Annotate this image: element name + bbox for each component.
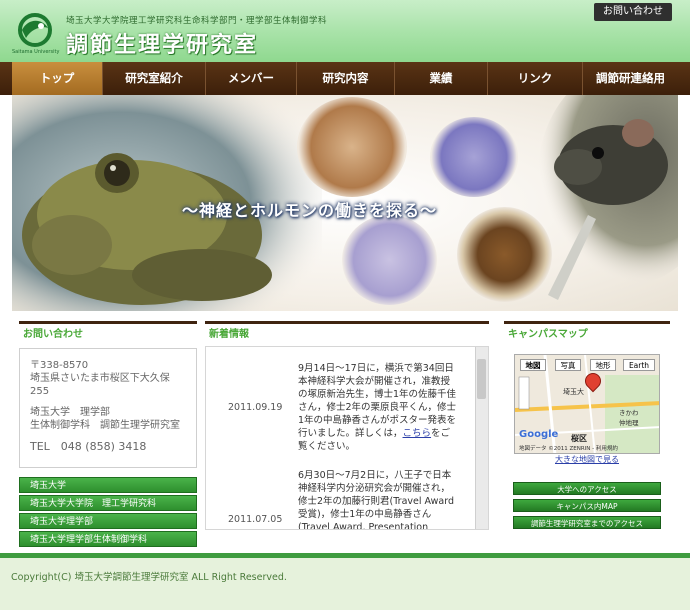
nav-item-top[interactable]: トップ <box>12 62 103 95</box>
map-google-logo: Google <box>519 429 559 440</box>
link-faculty-science[interactable]: 埼玉大学理学部 <box>19 513 197 529</box>
telephone: TEL 048 (858) 3418 <box>30 440 147 453</box>
rat-image <box>538 95 678 300</box>
nav-item-lab-intro[interactable]: 研究室紹介 <box>103 62 206 95</box>
org-line-1: 埼玉大学 理学部 <box>30 407 110 418</box>
map-label: 桜区 <box>571 434 587 443</box>
campus-map[interactable]: 地図 写真 地形 Earth 埼玉大 きかわ 仲地理 桜区 Google 地図デ… <box>514 354 660 454</box>
address-box: 〒338-8570 埼玉県さいたま市桜区下大久保 255 埼玉大学 理学部 生体… <box>19 348 197 468</box>
neuron-image <box>430 117 518 197</box>
nav-item-research[interactable]: 研究内容 <box>297 62 395 95</box>
nav-item-achievements[interactable]: 業績 <box>395 62 488 95</box>
campus-map-heading: キャンパスマップ <box>504 321 670 343</box>
hero-banner: ～神経とホルモンの働きを探る～ <box>12 95 678 311</box>
news-scroll-thumb[interactable] <box>477 359 486 399</box>
access-lab-button[interactable]: 調節生理学研究室までのアクセス <box>513 516 661 529</box>
hero-slogan: ～神経とホルモンの働きを探る～ <box>182 201 438 220</box>
map-label: きかわ <box>619 409 639 417</box>
address-line-1: 埼玉県さいたま市桜区下大久保 <box>30 373 170 384</box>
news-scrollbar[interactable] <box>475 347 488 529</box>
address-line-2: 255 <box>30 386 50 397</box>
nav-item-members[interactable]: メンバー <box>206 62 297 95</box>
map-tab-photo[interactable]: 写真 <box>555 359 581 371</box>
site-title[interactable]: 調節生理学研究室 <box>66 27 258 59</box>
news-text: 6月30日～7月2日に，八王子で日本神経科学内分泌研究会が開催され，修士2年の加… <box>298 470 454 530</box>
link-regulation-biology-dept[interactable]: 埼玉大学理学部生体制御学科 <box>19 531 197 547</box>
cell-image-2 <box>342 215 437 305</box>
site-footer: Copyright(C) 埼玉大学調節生理学研究室 ALL Right Rese… <box>0 558 690 610</box>
news-date: 2011.09.19 <box>228 402 283 413</box>
map-tab-map[interactable]: 地図 <box>520 359 546 371</box>
news-link[interactable]: こちら <box>403 428 432 439</box>
map-tab-earth[interactable]: Earth <box>623 359 655 371</box>
news-date: 2011.07.05 <box>228 514 283 525</box>
main-nav: トップ 研究室紹介 メンバー 研究内容 業績 リンク 調節研連絡用 <box>0 62 690 95</box>
department-line: 埼玉大学大学院理工学研究科生命科学部門・理学部生体制御学科 <box>66 16 328 26</box>
map-label: 仲地理 <box>619 419 639 427</box>
news-panel: 2011.09.19 9月14日～17日に，横浜で第34回日本神経科学大会が開催… <box>205 346 489 530</box>
access-university-button[interactable]: 大学へのアクセス <box>513 482 661 495</box>
site-header: Saitama University 埼玉大学大学院理工学研究科生命科学部門・理… <box>0 0 690 62</box>
link-saitama-university[interactable]: 埼玉大学 <box>19 477 197 493</box>
cell-image-1 <box>297 97 407 197</box>
postal-code: 〒338-8570 <box>30 360 89 371</box>
map-copyright[interactable]: 地図データ ©2011 ZENRIN - 利用規約 <box>519 444 618 452</box>
contact-button[interactable]: お問い合わせ <box>594 3 672 21</box>
news-heading: 新着情報 <box>205 321 489 343</box>
link-graduate-school[interactable]: 埼玉大学大学院 理工学研究科 <box>19 495 197 511</box>
copyright-text: Copyright(C) 埼玉大学調節生理学研究室 ALL Right Rese… <box>11 572 287 583</box>
org-line-2: 生体制御学科 調節生理学研究室 <box>30 420 180 431</box>
news-text: 9月14日～17日に，横浜で第34回日本神経科学大会が開催され，准教授の塚原新治… <box>298 362 458 453</box>
logo-caption: Saitama University <box>12 49 60 55</box>
nav-item-lab-contact[interactable]: 調節研連絡用 <box>583 62 678 95</box>
contact-heading: お問い合わせ <box>19 321 197 343</box>
campus-map-button[interactable]: キャンパス内MAP <box>513 499 661 512</box>
larger-map-link[interactable]: 大きな地図で見る <box>555 454 619 465</box>
map-tab-terrain[interactable]: 地形 <box>590 359 616 371</box>
nav-item-links[interactable]: リンク <box>488 62 583 95</box>
map-label: 埼玉大 <box>563 388 584 396</box>
university-logo-icon[interactable] <box>12 12 58 54</box>
